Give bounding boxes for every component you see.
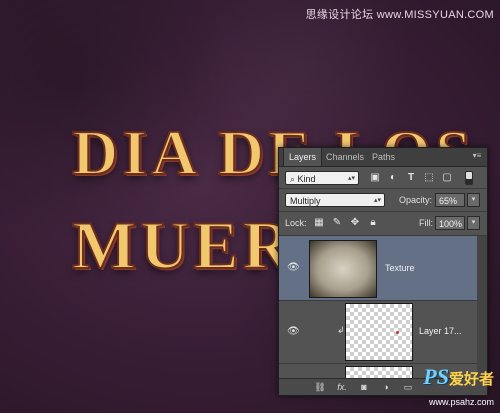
lock-position-icon[interactable]: ✥	[349, 217, 361, 229]
mask-icon[interactable]: ◙	[357, 381, 371, 393]
tab-paths[interactable]: Paths	[367, 148, 400, 166]
search-icon: ⌕	[290, 174, 298, 184]
tab-channels[interactable]: Channels	[321, 148, 369, 166]
clipping-mask-icon: ↲	[337, 325, 345, 335]
smart-object-filter-icon[interactable]: ▢	[441, 172, 453, 184]
watermark-cn: 爱好者	[448, 370, 494, 388]
watermark-ps: PS	[423, 364, 449, 389]
watermark-bottom: PS爱好者 www.psahz.com	[423, 364, 494, 409]
opacity-input[interactable]: 65%	[435, 193, 465, 207]
adjustment-icon[interactable]: ◑	[379, 381, 393, 393]
fx-icon[interactable]: fx.	[335, 381, 349, 393]
chevron-down-icon: ▴▾	[347, 175, 355, 182]
adjustment-filter-icon[interactable]: ◐	[387, 172, 399, 184]
panel-tab-bar: Layers Channels Paths ▾≡	[279, 148, 487, 167]
lock-all-icon[interactable]: 🔒︎	[367, 217, 379, 229]
layers-panel: Layers Channels Paths ▾≡ ⌕ Kind ▴▾ ▣ ◐ T…	[278, 147, 488, 396]
blend-row: Multiply ▴▾ Opacity: 65% ▾	[283, 191, 483, 209]
lock-label: Lock:	[285, 218, 307, 228]
filter-row: ⌕ Kind ▴▾ ▣ ◐ T ⬚ ▢	[283, 169, 483, 187]
panel-menu-icon[interactable]: ▾≡	[471, 151, 483, 161]
eye-icon[interactable]: 👁︎	[287, 263, 301, 273]
blend-mode-value: Multiply	[290, 196, 321, 206]
blend-mode-dropdown[interactable]: Multiply ▴▾	[285, 193, 385, 207]
layer-row-layer17[interactable]: 👁︎ ↲ Layer 17...	[279, 301, 487, 364]
opacity-label: Opacity:	[399, 195, 433, 205]
chevron-down-icon: ▴▾	[373, 197, 381, 204]
fill-input[interactable]: 100%	[435, 216, 465, 230]
filter-toggle[interactable]	[465, 171, 473, 185]
watermark-url: www.psahz.com	[428, 397, 494, 407]
layers-scrollbar[interactable]	[477, 236, 487, 378]
layer-name: Layer 17...	[419, 326, 462, 336]
lock-image-icon[interactable]: ✎	[331, 217, 343, 229]
tab-layers[interactable]: Layers	[283, 148, 323, 166]
fill-dropdown-button[interactable]: ▾	[467, 216, 480, 230]
layer-thumbnail	[309, 240, 377, 298]
filter-kind-dropdown[interactable]: ⌕ Kind ▴▾	[285, 171, 359, 185]
group-icon[interactable]: ▭	[401, 381, 415, 393]
lock-transparent-icon[interactable]: ▦	[313, 217, 325, 229]
watermark-top: 思缘设计论坛 www.MISSYUAN.COM	[305, 9, 494, 21]
type-filter-icon[interactable]: T	[405, 172, 417, 184]
layer-name: Texture	[385, 263, 415, 273]
layer-content-dot	[396, 331, 399, 334]
lock-row: Lock: ▦ ✎ ✥ 🔒︎ Fill: 100% ▾	[283, 214, 483, 232]
filter-kind-label: Kind	[297, 174, 316, 184]
layer-thumbnail	[345, 303, 413, 361]
divider	[279, 211, 487, 212]
shape-filter-icon[interactable]: ⬚	[423, 172, 435, 184]
opacity-dropdown-button[interactable]: ▾	[467, 193, 480, 207]
artwork-title-line2: MUER	[71, 206, 296, 284]
layer-row-texture[interactable]: 👁︎ Texture	[279, 236, 487, 301]
eye-icon[interactable]: 👁︎	[287, 327, 301, 337]
link-icon[interactable]: ⛓︎	[313, 381, 327, 393]
divider	[279, 188, 487, 189]
fill-label: Fill:	[419, 218, 433, 228]
pixel-filter-icon[interactable]: ▣	[369, 172, 381, 184]
